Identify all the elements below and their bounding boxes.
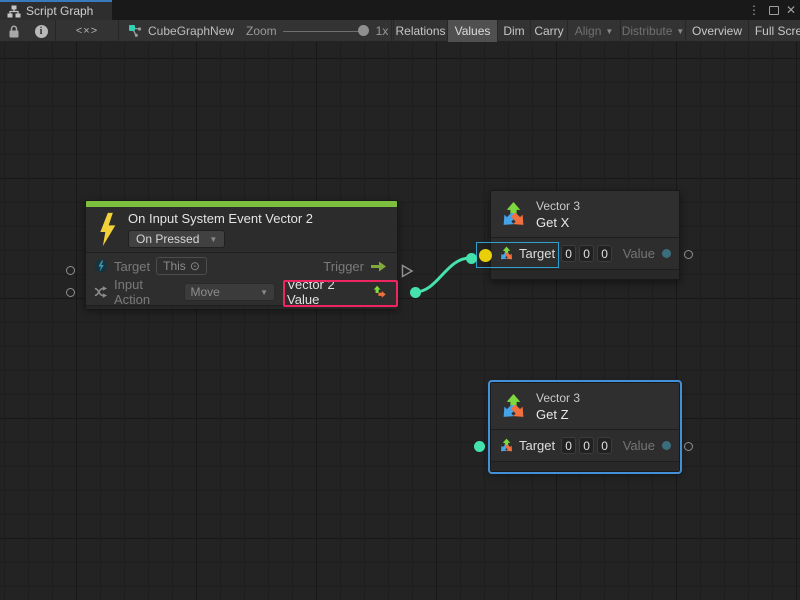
button-label: Relations [395, 24, 445, 38]
vector-x-field[interactable]: 0 [561, 437, 576, 454]
value-label: Value [623, 246, 655, 261]
lightning-bolt-icon [97, 212, 117, 247]
shuffle-icon [94, 285, 108, 299]
connection-wire [0, 42, 800, 600]
vector-z-field[interactable]: 0 [597, 245, 612, 262]
zoom-slider-track[interactable] [283, 31, 365, 32]
value-port-dot[interactable] [662, 441, 671, 450]
button-label: Overview [692, 24, 742, 38]
toolbar-button-relations[interactable]: Relations [393, 20, 447, 42]
toolbar-button-overview[interactable]: Overview [685, 20, 748, 42]
graph-asset-icon [128, 24, 142, 38]
chevron-down-icon: ▼ [209, 235, 217, 244]
script-graph-window: Script Graph ⋮ ✕ i <×> Cube [0, 0, 800, 600]
value-port-dot[interactable] [662, 249, 671, 258]
toolbar-separator [118, 20, 119, 42]
node-title: Get Z [536, 407, 580, 422]
value-label: Value [623, 438, 655, 453]
button-label: Carry [534, 24, 563, 38]
chevron-down-icon: ▼ [260, 288, 268, 297]
toolbar-separator [391, 20, 392, 42]
get-z-target-port[interactable] [474, 441, 485, 452]
chevron-down-icon: ▼ [676, 27, 684, 36]
button-label: Full Scre [755, 24, 800, 38]
vector-x-field[interactable]: 0 [561, 245, 576, 262]
vector3-icon [500, 393, 527, 420]
get-z-value-output-port[interactable] [684, 442, 693, 451]
graph-name-label: CubeGraphNew [148, 24, 234, 38]
graph-toolbar: i <×> CubeGraphNew Zoom 1x Relations Val… [0, 20, 800, 42]
get-x-target-port-hover[interactable] [479, 249, 492, 262]
vector-y-field[interactable]: 0 [579, 245, 594, 262]
node-category: Vector 3 [536, 199, 580, 213]
node-title: Get X [536, 215, 580, 230]
game-object-icon [94, 259, 108, 273]
button-label: Align [575, 24, 602, 38]
zoom-label: Zoom [246, 20, 280, 42]
target-value: This [163, 259, 186, 273]
toolbar-button-values[interactable]: Values [447, 20, 497, 42]
input-action-label: Input Action [114, 277, 177, 307]
window-more-icon[interactable]: ⋮ [746, 0, 762, 20]
chevron-down-icon: ▼ [605, 27, 613, 36]
get-z-target-row: Target 0 0 0 Value [491, 430, 679, 461]
button-label: Dim [503, 24, 524, 38]
maximize-box [769, 6, 779, 15]
input-action-dropdown[interactable]: Move ▼ [184, 283, 276, 301]
vector-z-field[interactable]: 0 [597, 437, 612, 454]
tab-script-graph[interactable]: Script Graph [0, 0, 112, 20]
node-footer [491, 269, 679, 279]
zoom-slider-handle[interactable] [358, 25, 369, 36]
info-button[interactable]: i [27, 20, 55, 42]
graph-name-button[interactable]: CubeGraphNew [128, 20, 248, 42]
window-maximize-icon[interactable] [766, 0, 782, 20]
hierarchy-icon [7, 5, 21, 18]
dropdown-value: Move [191, 285, 220, 299]
tab-label: Script Graph [26, 4, 93, 18]
event-target-row: Target This ⊙ Trigger [86, 253, 397, 279]
tab-bar: Script Graph ⋮ ✕ [0, 0, 800, 20]
vector3-icon [500, 201, 527, 228]
node-get-z[interactable]: Vector 3 Get Z Target 0 0 0 Value [490, 382, 680, 472]
get-z-header: Vector 3 Get Z [491, 383, 679, 429]
code-view-icon: <×> [76, 25, 98, 37]
event-input-action-port[interactable] [66, 288, 75, 297]
toolbar-button-distribute[interactable]: Distribute ▼ [620, 20, 685, 42]
toolbar-button-fullscreen[interactable]: Full Scre [748, 20, 800, 42]
node-footer [491, 461, 679, 471]
node-category: Vector 3 [536, 391, 580, 405]
toolbar-button-align[interactable]: Align ▼ [567, 20, 620, 42]
event-target-input-port[interactable] [66, 266, 75, 275]
button-label: Distribute [622, 24, 673, 38]
zoom-value: 1x [372, 20, 392, 42]
trigger-label: Trigger [323, 259, 364, 274]
target-label: Target [114, 259, 150, 274]
get-x-value-output-port[interactable] [684, 250, 693, 259]
toolbar-button-carry[interactable]: Carry [530, 20, 567, 42]
event-node-header: On Input System Event Vector 2 On Presse… [86, 207, 397, 252]
target-object-field[interactable]: This ⊙ [156, 257, 207, 275]
button-label: Values [455, 24, 491, 38]
object-picker-icon[interactable]: ⊙ [190, 259, 200, 273]
get-x-header: Vector 3 Get X [491, 191, 679, 237]
dropdown-value: On Pressed [136, 232, 199, 246]
vector2-value-highlight [283, 280, 398, 307]
toolbar-button-dim[interactable]: Dim [497, 20, 530, 42]
lock-button[interactable] [0, 20, 27, 42]
code-view-button[interactable]: <×> [56, 20, 118, 42]
trigger-output-port[interactable] [401, 264, 414, 278]
vector2-value-output-port[interactable] [410, 287, 421, 298]
trigger-arrow-icon [370, 261, 387, 272]
vector-y-field[interactable]: 0 [579, 437, 594, 454]
graph-canvas[interactable]: On Input System Event Vector 2 On Presse… [0, 42, 800, 600]
target-label: Target [519, 438, 555, 453]
event-mode-dropdown[interactable]: On Pressed ▼ [128, 230, 225, 248]
wire-end-dot[interactable] [466, 253, 477, 264]
window-close-icon[interactable]: ✕ [783, 0, 799, 20]
vector3-icon-small [499, 438, 514, 453]
lock-icon [8, 25, 20, 38]
node-title: On Input System Event Vector 2 [128, 211, 313, 226]
info-icon: i [35, 25, 48, 38]
